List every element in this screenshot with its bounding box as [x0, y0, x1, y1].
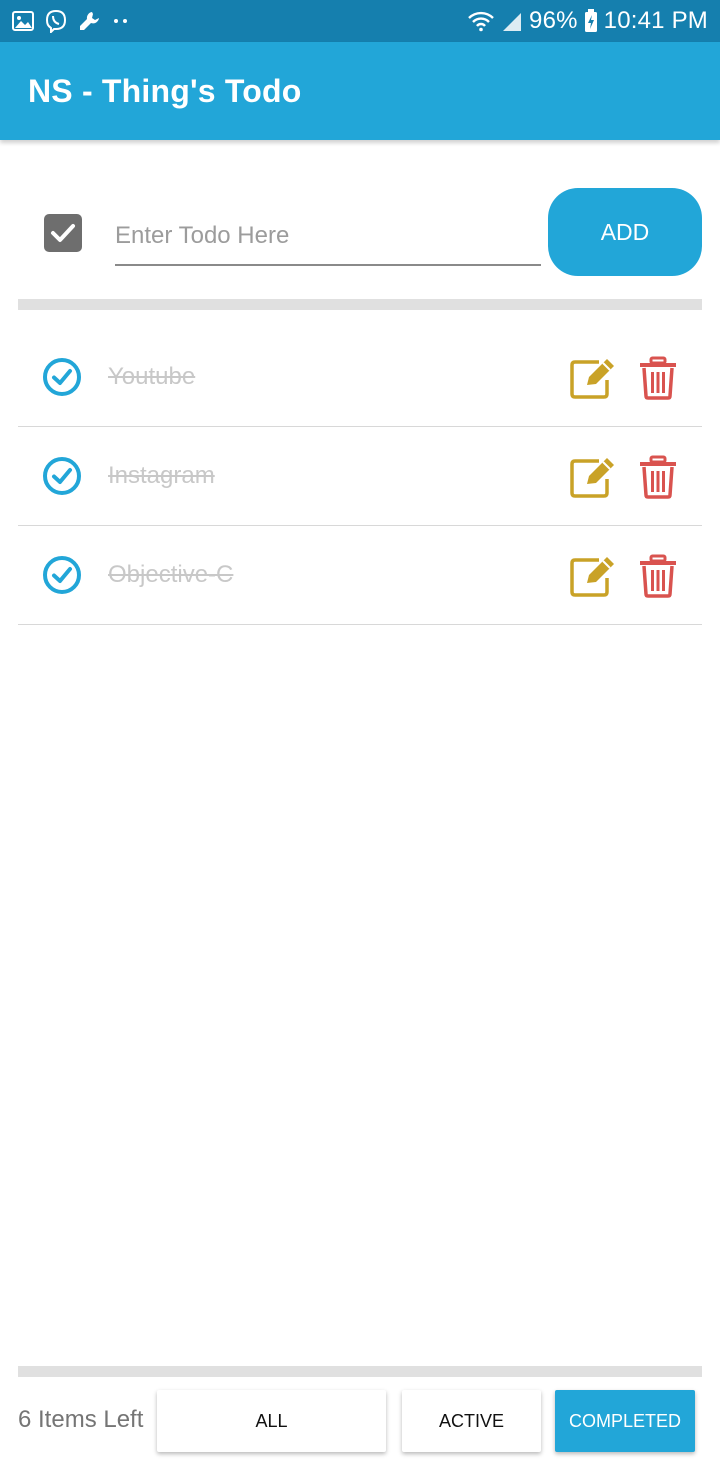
battery-charging-icon [584, 9, 598, 33]
battery-percent: 96% [529, 7, 578, 34]
trash-icon[interactable] [639, 554, 677, 598]
toggle-all-checkbox[interactable] [44, 214, 82, 252]
filter-active-button[interactable]: ACTIVE [402, 1390, 541, 1452]
checkmark-icon [51, 224, 75, 242]
edit-icon[interactable] [569, 455, 617, 499]
filter-all-button[interactable]: ALL [157, 1390, 386, 1452]
app-title: NS - Thing's Todo [28, 72, 302, 109]
todo-item: Youtube [18, 328, 702, 427]
status-right: 96% 10:41 PM [467, 7, 708, 35]
list-divider [18, 299, 702, 310]
signal-icon [501, 10, 523, 32]
viber-icon [44, 9, 68, 33]
edit-icon[interactable] [569, 554, 617, 598]
status-bar: 96% 10:41 PM [0, 0, 720, 42]
new-todo-row: ADD [0, 186, 720, 278]
todo-item: Instagram [18, 427, 702, 526]
todo-text[interactable]: Instagram [108, 462, 215, 490]
todo-input[interactable] [115, 208, 541, 266]
todo-item: Objective-C [18, 526, 702, 625]
more-dots-icon [112, 17, 130, 25]
todo-text[interactable]: Youtube [108, 363, 195, 391]
wrench-icon [78, 9, 102, 33]
edit-icon[interactable] [569, 356, 617, 400]
status-left-icons [12, 9, 130, 33]
footer: 6 Items Left ALL ACTIVE COMPLETED [0, 1388, 720, 1452]
completed-check-icon[interactable] [42, 357, 82, 397]
filter-completed-button[interactable]: COMPLETED [555, 1390, 695, 1452]
add-button[interactable]: ADD [548, 188, 702, 276]
wifi-icon [467, 10, 495, 32]
image-icon [12, 11, 34, 31]
completed-check-icon[interactable] [42, 555, 82, 595]
todo-list: Youtube Instagram Objective-C [18, 328, 702, 625]
completed-check-icon[interactable] [42, 456, 82, 496]
app-bar: NS - Thing's Todo [0, 42, 720, 140]
todo-text[interactable]: Objective-C [108, 561, 233, 589]
footer-divider [18, 1366, 702, 1377]
clock: 10:41 PM [603, 7, 708, 34]
trash-icon[interactable] [639, 455, 677, 499]
trash-icon[interactable] [639, 356, 677, 400]
items-left-count: 6 Items Left [18, 1406, 144, 1433]
